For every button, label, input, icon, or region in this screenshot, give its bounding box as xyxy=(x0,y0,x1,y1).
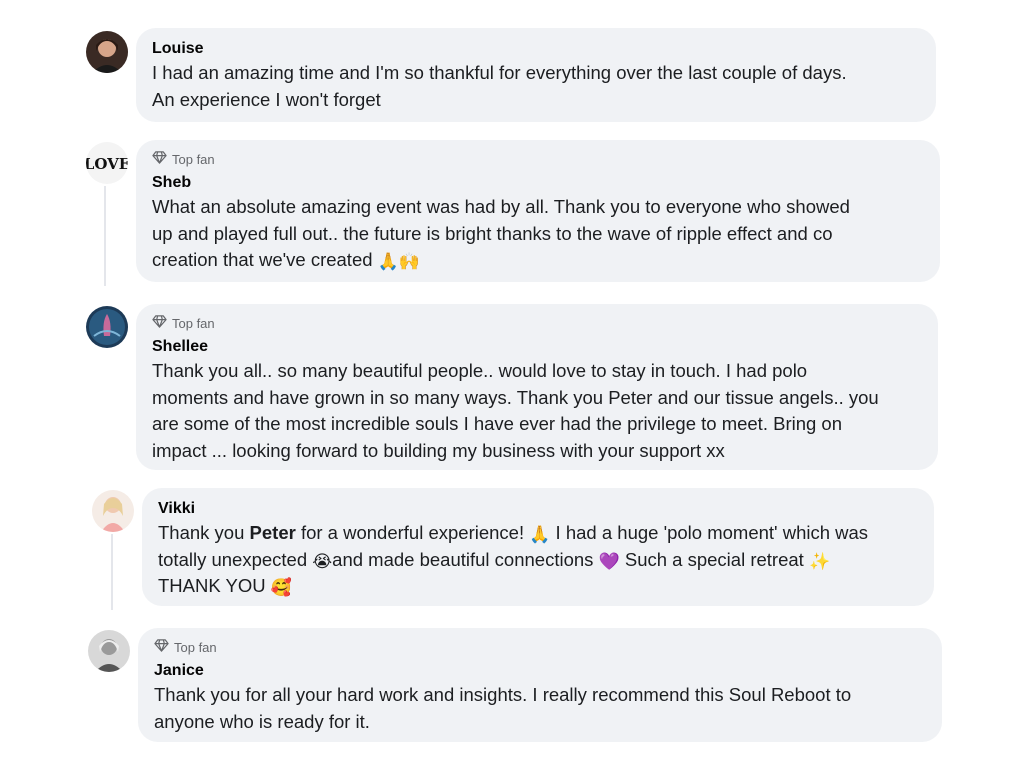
comment-bubble: Top fan Sheb What an absolute amazing ev… xyxy=(136,140,940,282)
thread-line xyxy=(111,534,113,610)
diamond-icon xyxy=(154,638,174,656)
text-part: and made beautiful connections xyxy=(332,548,599,570)
comment-author[interactable]: Shellee xyxy=(152,336,922,358)
comment-author[interactable]: Janice xyxy=(154,660,926,682)
comment-text: What an absolute amazing event was had b… xyxy=(152,194,924,274)
sparkles-emoji: ✨ xyxy=(808,551,831,572)
text-part: Thank you xyxy=(158,522,250,543)
avatar-lettering: LOVE xyxy=(86,155,128,173)
comment-bubble: Top fan Janice Thank you for all your ha… xyxy=(138,628,942,742)
comment-text: Thank you Peter for a wonderful experien… xyxy=(158,520,918,600)
badge-label: Top fan xyxy=(174,639,217,655)
comment-text: I had an amazing time and I'm so thankfu… xyxy=(152,62,847,110)
top-fan-badge: Top fan xyxy=(152,150,924,168)
avatar-vikki[interactable] xyxy=(92,490,134,532)
comment-author[interactable]: Sheb xyxy=(152,172,924,194)
badge-label: Top fan xyxy=(172,315,215,331)
purple-heart-emoji: 💜 xyxy=(598,551,620,572)
top-fan-badge: Top fan xyxy=(154,638,926,656)
cry-emoji: 😭 xyxy=(312,551,333,572)
avatar-janice[interactable] xyxy=(88,630,130,672)
top-fan-badge: Top fan xyxy=(152,314,922,332)
pray-emoji: 🙏 xyxy=(529,525,551,545)
comment-bubble: Louise I had an amazing time and I'm so … xyxy=(136,28,936,122)
comment-bubble: Vikki Thank you Peter for a wonderful ex… xyxy=(142,488,934,606)
smiling-hearts-emoji: 🥰 xyxy=(270,578,292,598)
text-part: Such a special retreat xyxy=(619,548,809,570)
mentioned-name[interactable]: Peter xyxy=(250,522,296,543)
thread-line xyxy=(104,186,106,286)
comment-author[interactable]: Louise xyxy=(152,38,920,60)
diamond-icon xyxy=(152,314,172,332)
comment-text: Thank you all.. so many beautiful people… xyxy=(152,360,879,461)
avatar-shellee[interactable] xyxy=(86,306,128,348)
text-part: for a wonderful experience! xyxy=(295,522,530,543)
comment-text-body: What an absolute amazing event was had b… xyxy=(152,196,850,270)
emoji-group: 🙏🙌 xyxy=(377,252,421,272)
badge-label: Top fan xyxy=(172,151,215,167)
text-part: THANK YOU xyxy=(158,575,266,596)
avatar-sheb[interactable]: LOVE xyxy=(86,142,128,184)
comment-text: Thank you for all your hard work and ins… xyxy=(154,684,852,732)
comment-bubble: Top fan Shellee Thank you all.. so many … xyxy=(136,304,938,470)
diamond-icon xyxy=(152,150,172,168)
comment-author[interactable]: Vikki xyxy=(158,498,918,520)
avatar-louise[interactable] xyxy=(86,31,128,73)
